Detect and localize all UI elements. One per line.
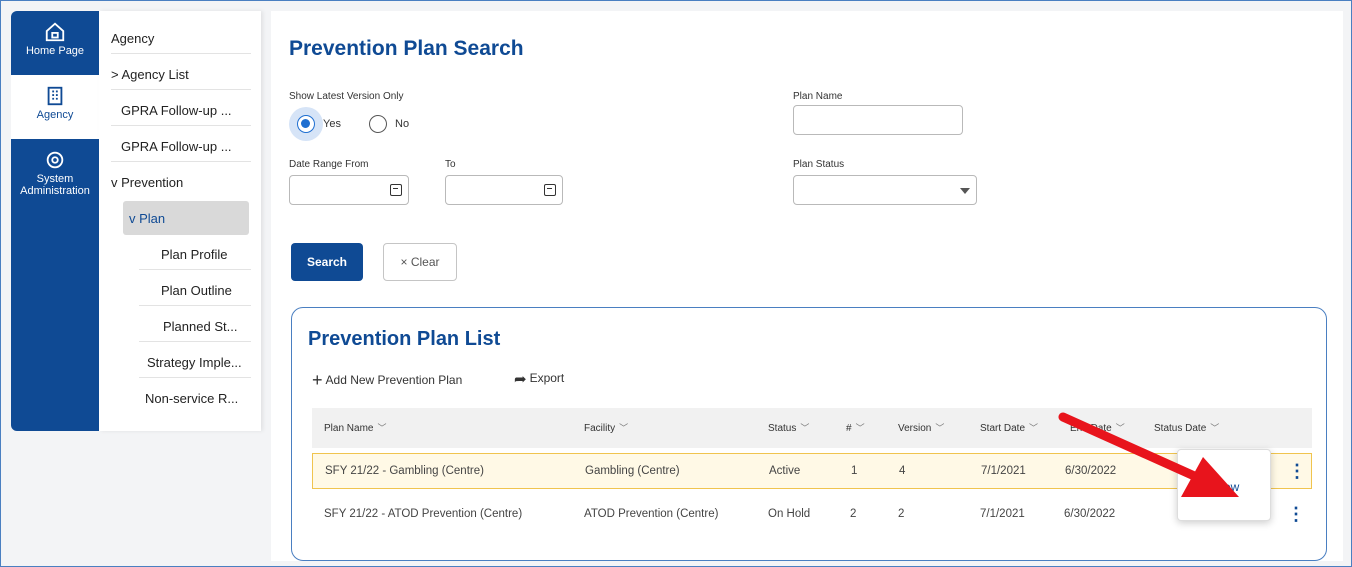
gear-icon (46, 151, 64, 169)
cell-version: 4 (899, 465, 906, 477)
add-new-plan-label: Add New Prevention Plan (325, 373, 463, 387)
page-title: Prevention Plan Search (289, 37, 524, 60)
chevron-down-icon: ﹀ (800, 423, 810, 433)
secondary-nav: Agency > Agency List GPRA Follow-up ... … (99, 11, 261, 431)
divider (111, 125, 251, 126)
subnav-item-agency[interactable]: Agency (111, 31, 154, 46)
rail-item-label: Home Page (25, 45, 85, 57)
no-radio-label: No (395, 118, 410, 130)
calendar-icon[interactable] (390, 184, 402, 196)
chevron-down-icon: ﹀ (855, 423, 865, 433)
main-content: Prevention Plan Search Show Latest Versi… (271, 11, 1343, 561)
subnav-item-prevention[interactable]: v Prevention (111, 175, 183, 190)
cell-status: Active (769, 465, 801, 477)
search-button[interactable]: Search (291, 243, 363, 281)
cell-plan-name: SFY 21/22 - ATOD Prevention (Centre) (324, 508, 523, 520)
plan-name-input[interactable] (793, 105, 963, 135)
calendar-icon[interactable] (544, 184, 556, 196)
cell-facility: ATOD Prevention (Centre) (584, 508, 719, 520)
export-button[interactable]: ➦ Export (514, 370, 564, 388)
clear-button[interactable]: × Clear (383, 243, 457, 281)
subnav-item-plan-profile[interactable]: Plan Profile (161, 247, 227, 262)
arrow-shaft (1058, 412, 1206, 484)
cell-version: 2 (898, 508, 905, 520)
divider (111, 161, 251, 162)
plan-status-label: Plan Status (793, 159, 845, 170)
divider (139, 269, 251, 270)
rail-item-home-page[interactable]: Home Page (11, 11, 99, 75)
export-label: Export (529, 371, 565, 385)
chevron-down-icon: ﹀ (619, 423, 629, 433)
add-new-plan-button[interactable]: + Add New Prevention Plan (312, 370, 462, 391)
cell-number: 1 (851, 465, 858, 477)
app-frame: Home Page Agency System Administration A… (0, 0, 1352, 567)
date-from-label: Date Range From (289, 159, 369, 170)
divider (111, 89, 251, 90)
divider (139, 305, 251, 306)
rail-item-system-administration[interactable]: System Administration (11, 139, 99, 203)
cell-facility: Gambling (Centre) (585, 465, 680, 477)
divider (111, 53, 251, 54)
col-number[interactable]: # ﹀ (846, 421, 865, 434)
subnav-item-gpra-follow-up-1[interactable]: GPRA Follow-up ... (121, 103, 232, 118)
col-version[interactable]: Version ﹀ (898, 421, 944, 434)
divider (139, 341, 251, 342)
plan-status-select[interactable] (793, 175, 977, 205)
subnav-item-strategy-implementation[interactable]: Strategy Imple... (147, 355, 242, 370)
subnav-item-plan[interactable]: v Plan (129, 211, 165, 226)
subnav-item-non-service[interactable]: Non-service R... (145, 391, 238, 406)
plan-name-label: Plan Name (793, 91, 843, 102)
show-latest-label: Show Latest Version Only (289, 91, 404, 102)
subnav-item-gpra-follow-up-2[interactable]: GPRA Follow-up ... (121, 139, 232, 154)
cell-number: 2 (850, 508, 857, 520)
cell-status: On Hold (768, 508, 811, 520)
subnav-item-planned-strategies[interactable]: Planned St... (163, 319, 237, 334)
share-icon: ➦ (514, 371, 527, 388)
chevron-down-icon: ﹀ (377, 423, 387, 433)
chevron-down-icon: ﹀ (935, 423, 945, 433)
row-menu-icon[interactable]: ⋮ (1287, 505, 1305, 523)
rail-item-label: System Administration (20, 173, 90, 197)
list-title: Prevention Plan List (308, 328, 501, 350)
to-label: To (445, 159, 456, 170)
no-radio[interactable] (369, 115, 387, 133)
date-to-input[interactable] (445, 175, 563, 205)
rail-item-label: Agency (36, 109, 74, 121)
row-menu-icon[interactable]: ⋮ (1288, 462, 1306, 480)
yes-radio-label: Yes (323, 118, 341, 130)
cell-start-date: 7/1/2021 (981, 465, 1026, 477)
col-status[interactable]: Status ﹀ (768, 421, 809, 434)
annotation-arrow (1058, 412, 1239, 497)
rail-item-agency[interactable]: Agency (11, 75, 99, 139)
date-from-input[interactable] (289, 175, 409, 205)
home-icon (45, 22, 65, 42)
plus-icon: + (312, 370, 323, 390)
cell-plan-name: SFY 21/22 - Gambling (Centre) (325, 465, 484, 477)
chevron-down-icon: ﹀ (1029, 423, 1039, 433)
cell-start-date: 7/1/2021 (980, 508, 1025, 520)
yes-radio[interactable] (297, 115, 315, 133)
divider (139, 377, 251, 378)
col-start-date[interactable]: Start Date ﹀ (980, 421, 1038, 434)
subnav-item-agency-list[interactable]: > Agency List (111, 67, 189, 82)
subnav-item-plan-outline[interactable]: Plan Outline (161, 283, 232, 298)
col-facility[interactable]: Facility ﹀ (584, 421, 628, 434)
building-icon (47, 86, 63, 106)
col-plan-name[interactable]: Plan Name ﹀ (324, 421, 386, 434)
chevron-down-icon (960, 188, 970, 194)
icon-rail: Home Page Agency System Administration (11, 11, 99, 431)
